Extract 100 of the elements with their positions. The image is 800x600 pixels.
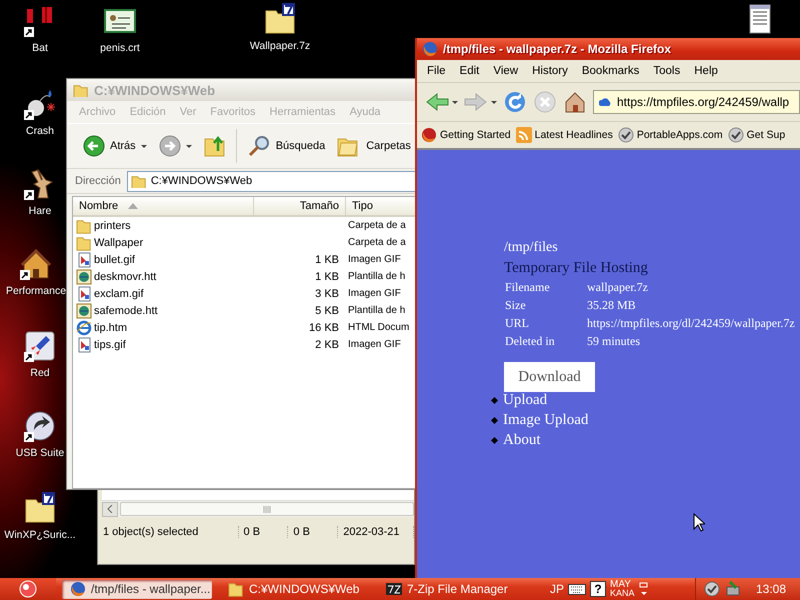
site-title: /tmp/files [504,239,559,257]
column-header[interactable]: Tamaño [254,197,346,215]
image-file-icon [76,252,92,268]
menu-item[interactable]: Edit [460,65,480,77]
chevron-left-icon [107,505,113,513]
bookmark-link[interactable]: PortableApps.com [618,127,723,143]
file-name: bullet.gif [94,254,135,266]
archive-icon[interactable] [264,3,296,35]
checkmark-icon [728,127,744,143]
scroll-left-button[interactable] [102,502,118,516]
language-indicator[interactable]: JP [546,582,568,596]
icon-label: WinXP¿Suric... [4,529,76,541]
image-file-icon [76,336,92,352]
file-name-cell[interactable]: safemode.htt [73,302,253,318]
icon-label: Bat [32,42,48,54]
page-heading: Temporary File Hosting [504,259,649,278]
archive-app-icon [386,581,402,597]
download-button[interactable]: Download [504,362,595,392]
menu-item[interactable]: File [427,65,446,77]
forward-button[interactable] [156,133,194,159]
folder-icon [228,581,244,597]
shortcut-globe-icon[interactable] [24,410,56,442]
url-field[interactable]: https://tmpfiles.org/242459/wallp [593,90,800,114]
shortcut-bomb-icon[interactable] [24,88,56,120]
file-name-cell[interactable]: tip.htm [73,320,253,336]
detail-label: Deleted in [505,332,556,350]
reload-icon [503,90,527,114]
search-icon [246,134,271,158]
folder-icon [73,83,89,97]
web-page-icon [76,320,92,336]
shortcut-rocket-icon[interactable] [24,330,56,362]
back-button[interactable] [425,92,458,112]
window-title: C:¥WINDOWS¥Web [94,82,216,98]
address-field[interactable]: C:¥WINDOWS¥Web [126,170,418,192]
file-size-cell-text: 16 KB [308,322,340,334]
bookmark-link[interactable]: Get Sup [728,127,786,143]
search-button[interactable]: Búsqueda [244,132,328,160]
start-button[interactable] [0,578,56,600]
back-button[interactable]: Atrás [81,133,149,159]
stop-icon [533,90,557,114]
keyboard-icon[interactable] [568,583,586,595]
file-name-cell[interactable]: exclam.gif [73,286,253,302]
sort-ascending-icon [128,203,138,209]
input-mode-label: MAY [610,580,631,589]
scrollbar-thumb[interactable] [120,502,414,516]
bookmark-link[interactable]: Getting Started [421,127,511,143]
menu-item[interactable]: Help [694,65,718,77]
file-name: printers [94,220,131,232]
folder-up-icon [204,135,226,157]
shortcut-house-icon[interactable] [20,248,52,280]
taskbar-button[interactable]: 7-Zip File Manager [378,580,528,598]
file-name: tips.gif [94,338,126,350]
file-type-cell-text: Plantilla de h [347,305,406,316]
status-text: 1 object(s) selected [98,526,239,538]
folders-button[interactable]: Carpetas [335,133,413,159]
bullet-icon [491,436,498,444]
reload-button[interactable] [503,90,527,114]
forward-arrow-icon [464,92,488,112]
mouse-cursor-icon [693,513,705,532]
bullet-icon [491,396,498,404]
file-name: tip.htm [94,322,128,334]
file-size-cell-text: 1 KB [314,270,340,282]
help-button[interactable]: ? [590,581,606,597]
file-size-cell-text: 5 KB [314,304,340,316]
taskbar-button[interactable]: /tmp/files - wallpaper... [62,580,212,598]
file-type-cell-text: Plantilla de h [347,271,406,282]
taskbar-button[interactable]: C:¥WINDOWS¥Web [220,580,370,598]
file-name-cell[interactable]: printers [73,218,253,234]
folder-icon [130,174,147,188]
home-button[interactable] [563,90,587,114]
file-name: safemode.htt [94,304,158,316]
nav-link[interactable]: Upload [503,390,548,410]
file-name-cell[interactable]: bullet.gif [73,252,253,268]
shortcut-hare-icon[interactable] [24,168,56,200]
archive-icon[interactable] [24,492,56,524]
menu-item[interactable]: History [532,65,568,77]
status-text: 2022-03-21 [338,526,414,538]
icon-label: Hare [28,205,52,217]
web-template-icon [76,302,92,318]
detail-value: https://tmpfiles.org/dl/242459/wallpaper.7z [587,314,795,332]
icon-label: USB Suite [16,447,64,459]
menu-item[interactable]: Bookmarks [582,65,640,77]
menu-item[interactable]: Tools [653,65,680,77]
column-header[interactable]: Nombre [73,197,254,215]
file-name-cell[interactable]: deskmovr.htt [73,268,253,284]
file-name: exclam.gif [94,288,144,300]
nav-link[interactable]: Image Upload [503,410,588,430]
file-name-cell[interactable]: Wallpaper [73,234,253,250]
file-name-cell[interactable]: tips.gif [73,336,253,352]
web-template-icon [76,268,92,284]
nav-link[interactable]: About [503,430,540,450]
detail-label: Filename [505,278,587,296]
file-size-cell-text: 1 KB [314,254,340,266]
menu-item[interactable]: View [493,65,518,77]
icon-label: penis.crt [100,42,140,54]
detail-label: Size [505,296,527,314]
back-arrow-icon [425,92,449,112]
file-name: Wallpaper [94,236,144,248]
file-type-cell-text: Carpeta de a [347,220,407,231]
bookmark-link[interactable]: Latest Headlines [516,127,613,143]
